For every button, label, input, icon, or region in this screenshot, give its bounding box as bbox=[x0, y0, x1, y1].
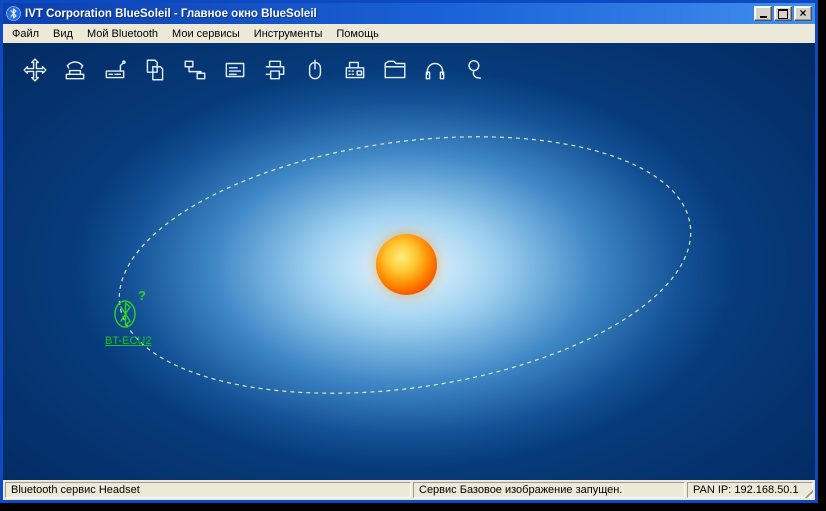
menu-bar: Файл Вид Мой Bluetooth Мои сервисы Инстр… bbox=[3, 24, 815, 43]
close-button[interactable]: × bbox=[794, 6, 812, 21]
dialup-icon[interactable] bbox=[61, 56, 89, 84]
status-panel-service: Bluetooth сервис Headset bbox=[5, 482, 411, 498]
maximize-icon bbox=[778, 9, 788, 19]
window-title: IVT Corporation BlueSoleil - Главное окн… bbox=[25, 8, 750, 20]
maximize-button[interactable] bbox=[774, 6, 792, 21]
sync-icon[interactable] bbox=[221, 56, 249, 84]
status-panel-message: Сервис Базовое изображение запущен. bbox=[413, 482, 685, 498]
service-toolbar bbox=[21, 56, 489, 84]
network-icon[interactable] bbox=[181, 56, 209, 84]
menu-view[interactable]: Вид bbox=[46, 26, 80, 42]
status-bar: Bluetooth сервис Headset Сервис Базовое … bbox=[3, 480, 815, 500]
sun-center-device[interactable] bbox=[376, 234, 437, 295]
printer-icon[interactable] bbox=[261, 56, 289, 84]
window-controls: × bbox=[754, 6, 812, 21]
pan-icon[interactable] bbox=[21, 56, 49, 84]
status-panel-pan-ip: PAN IP: 192.168.50.1 bbox=[687, 482, 813, 498]
bluetooth-device-icon: ? bbox=[111, 295, 141, 333]
headset-icon[interactable] bbox=[421, 56, 449, 84]
device-label[interactable]: BT-ECU2 bbox=[105, 335, 181, 347]
close-icon: × bbox=[799, 8, 806, 19]
fax-icon[interactable] bbox=[341, 56, 369, 84]
menu-help[interactable]: Помощь bbox=[329, 26, 386, 42]
device-question-mark: ? bbox=[138, 288, 146, 303]
main-view: ? BT-ECU2 bbox=[3, 43, 815, 480]
ftp-icon[interactable] bbox=[381, 56, 409, 84]
menu-tools[interactable]: Инструменты bbox=[247, 26, 330, 42]
remote-device-bt-ecu2[interactable]: ? BT-ECU2 bbox=[111, 295, 181, 347]
minimize-icon bbox=[760, 16, 767, 18]
menu-file[interactable]: Файл bbox=[5, 26, 46, 42]
microphone-icon[interactable] bbox=[461, 56, 489, 84]
bluesoleil-window: IVT Corporation BlueSoleil - Главное окн… bbox=[0, 0, 818, 503]
modem-icon[interactable] bbox=[101, 56, 129, 84]
menu-my-services[interactable]: Мои сервисы bbox=[165, 26, 247, 42]
menu-my-bluetooth[interactable]: Мой Bluetooth bbox=[80, 26, 165, 42]
desktop: IVT Corporation BlueSoleil - Главное окн… bbox=[0, 0, 826, 511]
mouse-icon[interactable] bbox=[301, 56, 329, 84]
file-transfer-icon[interactable] bbox=[141, 56, 169, 84]
bluetooth-app-icon bbox=[6, 6, 21, 21]
minimize-button[interactable] bbox=[754, 6, 772, 21]
title-bar[interactable]: IVT Corporation BlueSoleil - Главное окн… bbox=[3, 3, 815, 24]
